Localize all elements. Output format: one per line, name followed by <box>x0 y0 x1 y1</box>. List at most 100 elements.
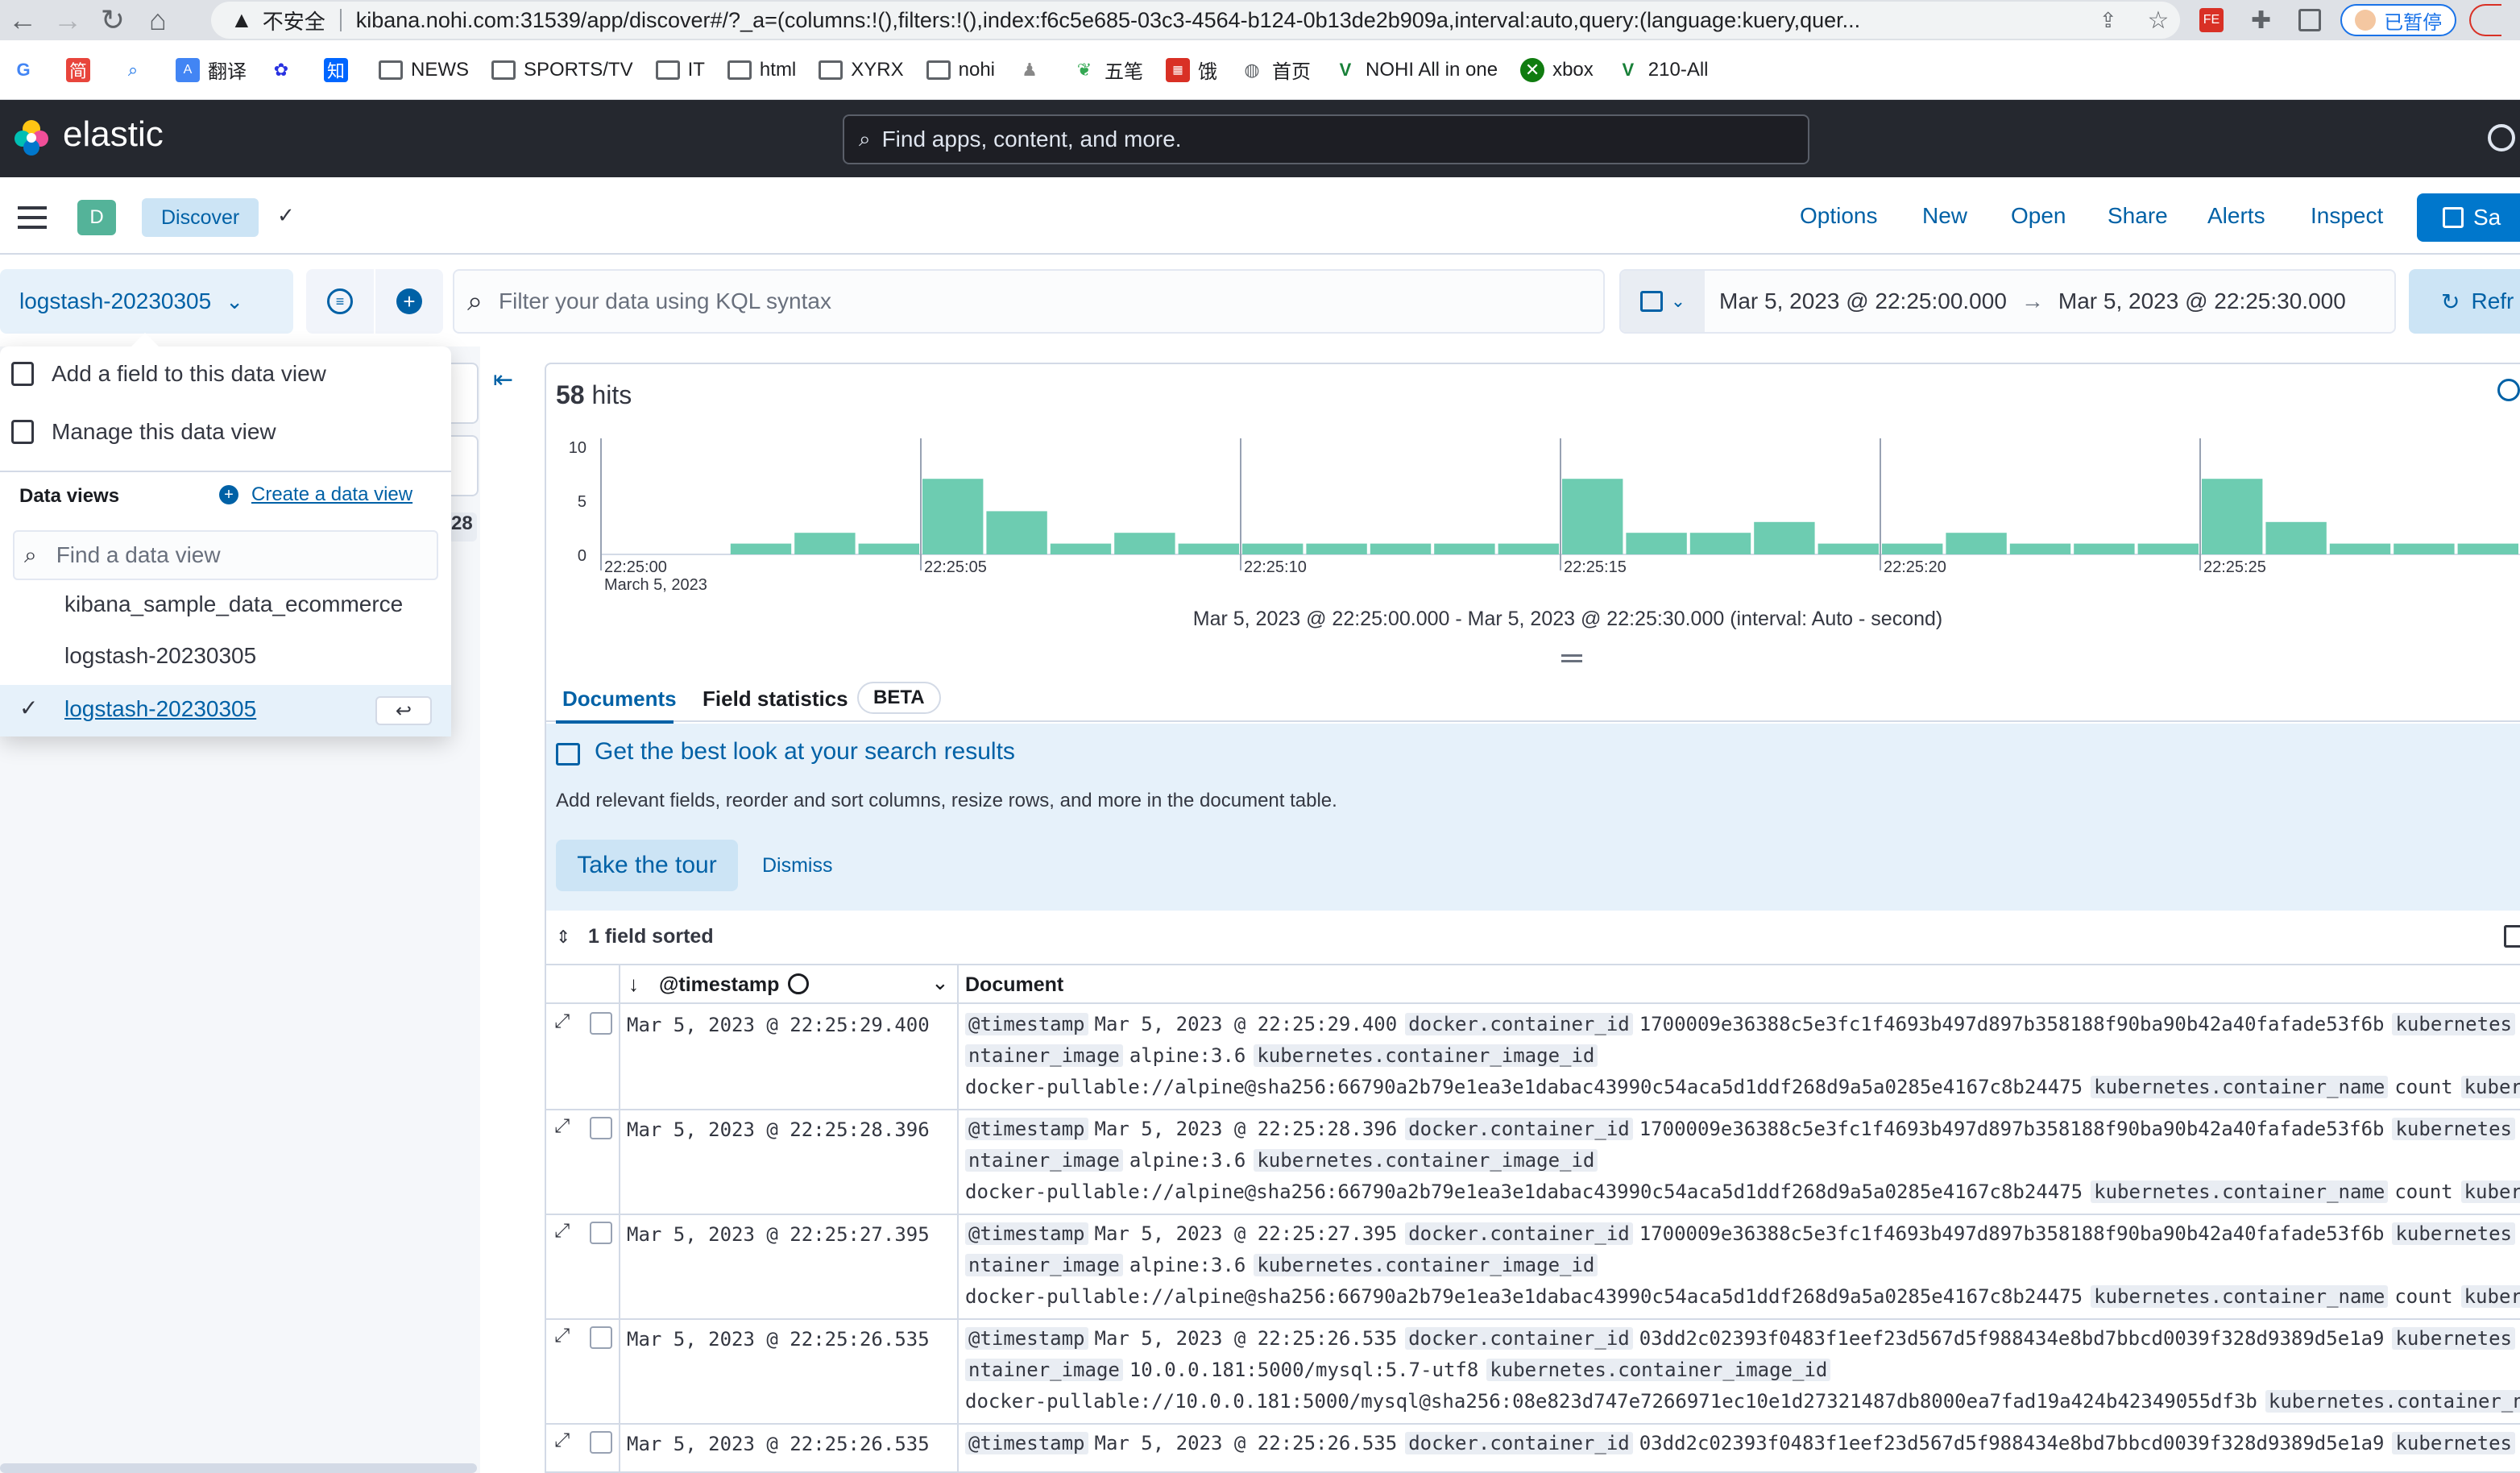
sort-icon[interactable]: ⇕ <box>556 927 570 948</box>
expand-icon[interactable]: ⤢ <box>554 1010 570 1033</box>
row-checkbox[interactable] <box>590 1326 612 1349</box>
clock-icon <box>788 973 809 994</box>
column-header-document[interactable]: Document <box>965 973 1063 997</box>
field-key: kubernetes.container_name <box>2091 1076 2389 1098</box>
expand-icon[interactable]: ⤢ <box>554 1115 570 1138</box>
share-icon[interactable]: ⇪ <box>2099 8 2117 33</box>
create-data-view-link[interactable]: + Create a data view <box>219 483 412 506</box>
menu-share[interactable]: Share <box>2108 203 2168 229</box>
field-key: ntainer_image <box>965 1254 1123 1276</box>
bookmark-it[interactable]: IT <box>655 40 705 100</box>
breadcrumb-discover[interactable]: Discover <box>142 198 259 237</box>
add-filter-button[interactable]: + <box>375 269 443 334</box>
data-view-option[interactable]: kibana_sample_data_ecommerce <box>64 591 403 617</box>
elastic-logo-text[interactable]: elastic <box>63 114 164 155</box>
gear-icon <box>11 420 34 444</box>
add-field-menu-item[interactable]: Add a field to this data view <box>11 358 326 390</box>
menu-options[interactable]: Options <box>1800 203 1878 229</box>
sidebar-scrollbar[interactable] <box>0 1463 477 1473</box>
global-search-input[interactable]: ⌕ Find apps, content, and more. <box>843 114 1809 164</box>
filter-options-button[interactable]: ≡ <box>306 269 374 334</box>
chevron-down-icon[interactable]: ✓ <box>277 203 295 228</box>
bookmark-sports[interactable]: SPORTS/TV <box>491 40 633 100</box>
folder-icon <box>655 60 680 80</box>
display-options-icon[interactable] <box>2504 925 2520 948</box>
find-data-view-input[interactable]: ⌕ Find a data view <box>13 530 438 580</box>
fields-sorted-label[interactable]: 1 field sorted <box>588 925 714 948</box>
forward-icon[interactable]: → <box>45 0 90 40</box>
bookmark-zhihu[interactable]: 知 <box>324 40 356 100</box>
expand-icon[interactable]: ⤢ <box>554 1220 570 1243</box>
dismiss-link[interactable]: Dismiss <box>762 854 833 878</box>
star-icon[interactable]: ☆ <box>2148 6 2170 35</box>
data-view-option[interactable]: logstash-20230305 <box>64 643 256 669</box>
field-key: ntainer_image <box>965 1149 1123 1172</box>
elastic-logo-icon[interactable] <box>11 118 52 158</box>
histogram-chart[interactable]: 0510 22:25:00March 5, 202322:25:05 22:25:… <box>556 427 2520 606</box>
space-avatar[interactable]: D <box>77 200 116 235</box>
bookmark-e[interactable]: ▦ 饿 <box>1166 40 1217 100</box>
bookmark-news[interactable]: NEWS <box>379 40 469 100</box>
refresh-button[interactable]: ↻ Refr <box>2409 269 2520 334</box>
document-line: ntainer_image alpine:3.6 kubernetes.contai… <box>965 1145 2520 1176</box>
resize-handle-icon[interactable] <box>1561 654 1582 662</box>
menu-new[interactable]: New <box>1922 203 1967 229</box>
date-end[interactable]: Mar 5, 2023 @ 22:25:30.000 <box>2058 288 2346 314</box>
extension-fe-icon[interactable]: FE <box>2199 8 2224 32</box>
sort-descending-icon[interactable]: ↓ <box>628 972 639 997</box>
bookmark-html[interactable]: html <box>727 40 796 100</box>
manage-data-view-menu-item[interactable]: Manage this data view <box>11 416 276 448</box>
row-checkbox[interactable] <box>590 1222 612 1244</box>
row-checkbox[interactable] <box>590 1012 612 1035</box>
profile-chip[interactable]: 已暂停 <box>2340 4 2457 36</box>
reload-icon[interactable]: ↻ <box>90 0 135 40</box>
bookmark-figure[interactable]: ♟ <box>1018 40 1050 100</box>
tab-documents[interactable]: Documents <box>562 687 677 712</box>
bookmark-home[interactable]: ◍ 首页 <box>1240 40 1311 100</box>
bookmark-baidu[interactable]: ✿ <box>269 40 301 100</box>
bookmark-210[interactable]: V 210-All <box>1616 40 1708 100</box>
folder-icon <box>727 60 752 80</box>
document-line: @timestamp Mar 5, 2023 @ 22:25:26.535 dock… <box>965 1428 2520 1459</box>
bookmark-google[interactable]: G <box>11 40 44 100</box>
take-tour-button[interactable]: Take the tour <box>556 840 738 891</box>
url-text[interactable]: kibana.nohi.com:31539/app/discover#/?_a=… <box>356 8 2080 33</box>
bookmark-search[interactable]: ⌕ <box>121 40 153 100</box>
puzzle-icon[interactable]: ✚ <box>2251 6 2271 35</box>
bookmark-wubi[interactable]: ❦ 五笔 <box>1072 40 1143 100</box>
bookmark-xyrx[interactable]: XYRX <box>819 40 904 100</box>
bookmark-jian[interactable]: 简 <box>66 40 98 100</box>
expand-icon[interactable]: ⤢ <box>554 1325 570 1347</box>
update-chip[interactable] <box>2469 4 2502 36</box>
bookmark-nohi-all[interactable]: V NOHI All in one <box>1333 40 1498 100</box>
menu-open[interactable]: Open <box>2011 203 2066 229</box>
data-view-picker[interactable]: logstash-20230305 ⌄ <box>0 269 293 334</box>
save-button[interactable]: Sa <box>2417 193 2520 242</box>
help-icon[interactable] <box>2488 124 2515 151</box>
kql-query-input[interactable]: ⌕ Filter your data using KQL syntax <box>453 269 1605 334</box>
chart-options-icon[interactable] <box>2497 379 2520 401</box>
bookmark-label: nohi <box>958 58 995 81</box>
collapse-sidebar-icon[interactable]: ⇤ <box>493 366 513 394</box>
expand-icon[interactable]: ⤢ <box>554 1429 570 1452</box>
back-icon[interactable]: ← <box>0 0 45 40</box>
data-view-option-selected[interactable]: logstash-20230305 <box>64 696 256 722</box>
column-header-timestamp[interactable]: @timestamp <box>659 973 779 997</box>
column-actions-chevron-icon[interactable]: ⌄ <box>931 970 949 995</box>
menu-alerts[interactable]: Alerts <box>2207 203 2265 229</box>
home-icon[interactable]: ⌂ <box>135 0 180 40</box>
hamburger-menu-icon[interactable] <box>18 206 47 229</box>
row-checkbox[interactable] <box>590 1117 612 1139</box>
sidepanel-icon[interactable] <box>2298 9 2322 31</box>
date-quick-menu-button[interactable]: ⌄ <box>1621 271 1705 332</box>
address-bar[interactable]: ▲ 不安全 kibana.nohi.com:31539/app/discover… <box>211 2 2180 39</box>
bookmark-translate[interactable]: A 翻译 <box>176 40 247 100</box>
date-start[interactable]: Mar 5, 2023 @ 22:25:00.000 <box>1719 288 2007 314</box>
row-checkbox[interactable] <box>590 1431 612 1454</box>
field-key: kubernetes <box>2392 1118 2515 1140</box>
bookmark-nohi[interactable]: nohi <box>926 40 995 100</box>
menu-inspect[interactable]: Inspect <box>2311 203 2383 229</box>
tab-field-statistics[interactable]: Field statistics <box>703 687 848 712</box>
document-line: docker-pullable://10.0.0.181:5000/mysql@… <box>965 1386 2520 1417</box>
bookmark-xbox[interactable]: ✕ xbox <box>1520 40 1594 100</box>
